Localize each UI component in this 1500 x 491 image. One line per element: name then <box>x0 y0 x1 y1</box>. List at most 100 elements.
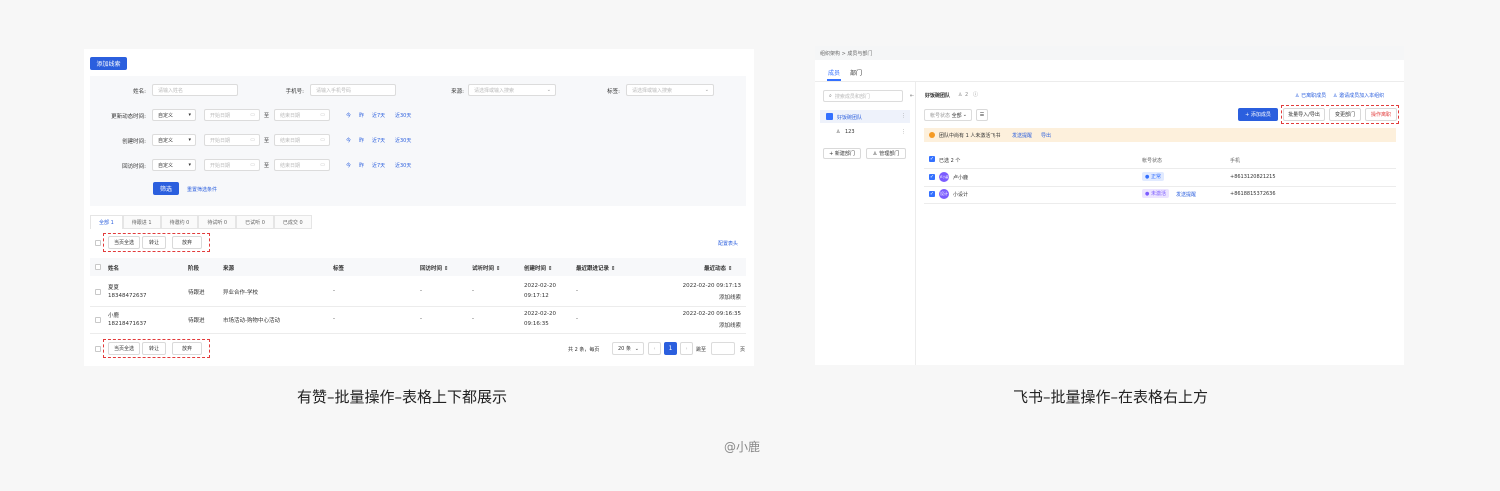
start-date-input[interactable]: 开始日期 ▭ <box>204 109 260 121</box>
tab-trialed[interactable]: 已试听 0 <box>236 215 274 229</box>
list-view-icon[interactable]: ☰ <box>976 109 988 121</box>
quick-30days[interactable]: 近30天 <box>395 162 411 169</box>
member-name[interactable]: 小设计 <box>953 191 968 198</box>
quick-today[interactable]: 今 <box>346 137 351 144</box>
remove-member-button[interactable]: 操作离职 <box>1365 108 1397 121</box>
info-icon[interactable]: ⓘ <box>973 91 978 98</box>
more-icon[interactable]: ⋮ <box>901 113 906 119</box>
select-all-checkbox[interactable] <box>95 240 101 246</box>
row-divider <box>90 333 746 334</box>
prev-page-button[interactable]: ‹ <box>648 342 661 355</box>
collapse-icon[interactable]: ⇤ <box>910 93 914 99</box>
member-search-input[interactable]: ⌕ 搜索成员和部门 <box>823 90 903 102</box>
page-number-button[interactable]: 1 <box>664 342 677 355</box>
caret-down-icon: ▾ <box>188 162 191 168</box>
goto-page-input[interactable] <box>711 342 735 355</box>
tab-pending[interactable]: 待跟进 1 <box>122 215 161 229</box>
date-mode-value: 自定义 <box>158 112 174 119</box>
transfer-button[interactable]: 转让 <box>142 342 166 355</box>
row-phone[interactable]: 18218471637 <box>108 321 147 327</box>
filter-button[interactable]: 筛选 <box>153 182 179 195</box>
tab-all[interactable]: 全部 1 <box>90 215 123 229</box>
quick-yesterday[interactable]: 昨 <box>359 112 364 119</box>
tab-invite[interactable]: 待邀约 0 <box>160 215 199 229</box>
change-dept-button[interactable]: 变更部门 <box>1329 108 1361 121</box>
date-mode-select[interactable]: 自定义 ▾ <box>152 134 196 146</box>
row-checkbox[interactable]: ✓ <box>929 191 935 197</box>
col-last-activity[interactable]: 最近动态 ⇕ <box>704 264 733 272</box>
member-name[interactable]: 卢小鹿 <box>953 174 968 181</box>
row-checkbox[interactable]: ✓ <box>929 174 935 180</box>
select-all-checkbox[interactable]: ✓ <box>929 156 935 162</box>
send-reminder-link[interactable]: 发送提醒 <box>1176 191 1196 198</box>
source-select[interactable]: 请选择或输入搜索 ⌄ <box>468 84 556 96</box>
invite-members-link[interactable]: ♙ 邀请成员加入本组织 <box>1333 92 1384 99</box>
page-size-select[interactable]: 20 条 ⌄ <box>612 342 644 355</box>
search-placeholder: 搜索成员和部门 <box>834 93 870 100</box>
caret-down-icon: ▾ <box>188 137 191 143</box>
quick-7days[interactable]: 近7天 <box>372 137 385 144</box>
col-created-time[interactable]: 创建时间 ⇕ <box>524 264 553 272</box>
name-input[interactable]: 请输入姓名 <box>152 84 238 96</box>
quick-30days[interactable]: 近30天 <box>395 112 411 119</box>
abandon-button[interactable]: 放弃 <box>172 342 202 355</box>
row-checkbox[interactable] <box>95 289 101 295</box>
config-columns-link[interactable]: 配置表头 <box>718 240 738 247</box>
quick-yesterday[interactable]: 昨 <box>359 137 364 144</box>
tab-trial-pending[interactable]: 待试听 0 <box>198 215 237 229</box>
row-follow: - <box>576 316 578 322</box>
calendar-icon: ▭ <box>320 137 325 143</box>
col-last-follow[interactable]: 最近跟进记录 ⇕ <box>576 264 616 272</box>
col-visit-time[interactable]: 回访时间 ⇕ <box>420 264 449 272</box>
import-export-button[interactable]: 批量导入/导出 <box>1283 108 1325 121</box>
quick-yesterday[interactable]: 昨 <box>359 162 364 169</box>
quick-today[interactable]: 今 <box>346 162 351 169</box>
chevron-down-icon: ⌄ <box>634 345 639 352</box>
tab-departments[interactable]: 部门 <box>850 68 862 77</box>
row-checkbox[interactable] <box>95 317 101 323</box>
quick-7days[interactable]: 近7天 <box>372 162 385 169</box>
start-date-input[interactable]: 开始日期 ▭ <box>204 159 260 171</box>
start-date-input[interactable]: 开始日期 ▭ <box>204 134 260 146</box>
tag-select[interactable]: 请选择或输入搜索 ⌄ <box>626 84 714 96</box>
next-page-button[interactable]: › <box>680 342 693 355</box>
phone-label: 手机号: <box>285 89 304 95</box>
quick-30days[interactable]: 近30天 <box>395 137 411 144</box>
quick-7days[interactable]: 近7天 <box>372 112 385 119</box>
end-date-input[interactable]: 结束日期 ▭ <box>274 109 330 121</box>
row-name[interactable]: 夏夏 <box>108 283 119 291</box>
select-all-checkbox[interactable] <box>95 346 101 352</box>
tab-closed[interactable]: 已成交 0 <box>273 215 312 229</box>
header-checkbox[interactable] <box>95 264 101 270</box>
add-lead-button[interactable]: 添加线索 <box>90 57 127 70</box>
date-mode-select[interactable]: 自定义 ▾ <box>152 109 196 121</box>
col-trial-time[interactable]: 试听时间 ⇕ <box>472 264 501 272</box>
new-dept-button[interactable]: + 新建部门 <box>823 148 861 159</box>
avatar: 设计 <box>939 189 949 199</box>
row-stage: 待跟进 <box>188 290 205 296</box>
send-reminder-link[interactable]: 发送提醒 <box>1012 132 1032 139</box>
add-member-button[interactable]: + 添加成员 <box>1238 108 1278 121</box>
row-name[interactable]: 小鹿 <box>108 311 119 319</box>
reset-filters-link[interactable]: 重置筛选条件 <box>187 186 217 193</box>
end-date-input[interactable]: 结束日期 ▭ <box>274 159 330 171</box>
transfer-button[interactable]: 转让 <box>142 236 166 249</box>
tab-members[interactable]: 成员 <box>828 68 840 77</box>
status-filter-select[interactable]: 帐号状态 全部 ⌄ <box>924 109 972 121</box>
quick-today[interactable]: 今 <box>346 112 351 119</box>
row-activity-time: 2022-02-20 09:16:35 <box>682 311 741 317</box>
select-page-button[interactable]: 当页全选 <box>108 342 140 355</box>
more-icon[interactable]: ⋮ <box>901 129 906 135</box>
phone-input[interactable]: 请输入手机号码 <box>310 84 396 96</box>
select-page-button[interactable]: 当页全选 <box>108 236 140 249</box>
manage-dept-button[interactable]: ♙ 管理部门 <box>866 148 906 159</box>
export-link[interactable]: 导出 <box>1041 132 1051 139</box>
tree-item-team[interactable] <box>820 110 910 123</box>
abandon-button[interactable]: 放弃 <box>172 236 202 249</box>
row-phone[interactable]: 18348472637 <box>108 293 147 299</box>
calendar-icon: ▭ <box>250 137 255 143</box>
selected-count: 已选 2 个 <box>939 158 961 164</box>
end-date-input[interactable]: 结束日期 ▭ <box>274 134 330 146</box>
date-mode-select[interactable]: 自定义 ▾ <box>152 159 196 171</box>
resigned-members-link[interactable]: ♙ 已离职成员 <box>1295 92 1326 99</box>
